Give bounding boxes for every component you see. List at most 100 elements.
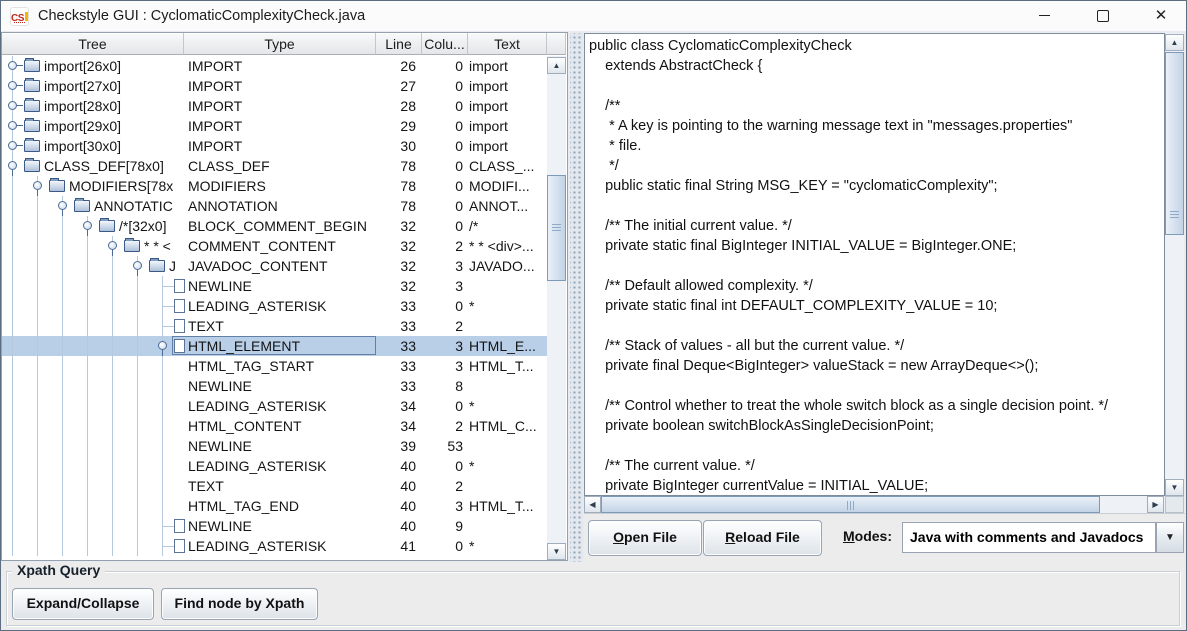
table-row[interactable]: LEADING_ASTERISK400* (2, 456, 547, 476)
table-row[interactable]: NEWLINE338 (2, 376, 547, 396)
tree-expanded-handle-icon[interactable] (58, 201, 67, 210)
tree-guide-line (137, 276, 138, 296)
column-header-type[interactable]: Type (184, 33, 376, 55)
text-cell: * (469, 456, 547, 476)
tree-guide-line (37, 316, 38, 336)
scroll-down-icon[interactable]: ▼ (1165, 479, 1184, 496)
column-cell: 8 (422, 376, 463, 396)
tree-guide-line (87, 336, 88, 356)
table-row[interactable]: import[27x0]IMPORT270import (2, 76, 547, 96)
window-maximize-button[interactable] (1080, 1, 1126, 31)
tree-collapsed-handle-icon[interactable] (8, 101, 17, 110)
table-row[interactable]: HTML_ELEMENT333HTML_E... (2, 336, 547, 356)
tree-node-label: J (169, 256, 176, 276)
table-row[interactable]: LEADING_ASTERISK330* (2, 296, 547, 316)
tree-guide-line (62, 336, 63, 356)
table-row[interactable]: import[26x0]IMPORT260import (2, 56, 547, 76)
tree-expanded-handle-icon[interactable] (133, 261, 142, 270)
table-row[interactable]: NEWLINE3953 (2, 436, 547, 456)
tree-node-label: MODIFIERS[78x (69, 176, 173, 196)
tree-collapsed-handle-icon[interactable] (8, 141, 17, 150)
table-row[interactable]: NEWLINE409 (2, 516, 547, 536)
tree-collapsed-handle-icon[interactable] (8, 61, 17, 70)
tree-collapsed-handle-icon[interactable] (8, 121, 17, 130)
table-row[interactable]: HTML_CONTENT342HTML_C... (2, 416, 547, 436)
code-scrollbar-thumb[interactable] (1165, 52, 1184, 235)
reload-file-button[interactable]: Reload File (703, 520, 822, 556)
column-cell: 0 (422, 76, 463, 96)
tree-guide-line (37, 296, 38, 316)
table-row[interactable]: TEXT332 (2, 316, 547, 336)
table-row[interactable]: /*[32x0]BLOCK_COMMENT_BEGIN320/* (2, 216, 547, 236)
column-header-text[interactable]: Text (468, 33, 547, 55)
tree-cell: ANNOTATIC (2, 196, 186, 216)
modes-label: Modes: (843, 528, 892, 544)
tree-cell (2, 496, 186, 516)
tree-guide-line (87, 416, 88, 436)
folder-icon (24, 160, 40, 172)
window-minimize-button[interactable] (1021, 1, 1067, 31)
table-row[interactable]: * * <COMMENT_CONTENT322* * <div>... (2, 236, 547, 256)
column-header-tree[interactable]: Tree (2, 33, 184, 55)
tree-guide-line (137, 376, 138, 396)
modes-combobox[interactable]: Java with comments and Javadocs (902, 522, 1156, 553)
window-close-button[interactable]: ✕ (1138, 1, 1184, 31)
code-horizontal-scrollbar[interactable]: ◀ ▶ (584, 496, 1165, 513)
table-row[interactable]: CLASS_DEF[78x0]CLASS_DEF780CLASS_... (2, 156, 547, 176)
tree-expanded-handle-icon[interactable] (108, 241, 117, 250)
tree-cell: * * < (2, 236, 186, 256)
tree-guide-line (112, 516, 113, 536)
column-cell: 3 (422, 276, 463, 296)
tree-expanded-handle-icon[interactable] (83, 221, 92, 230)
type-cell: JAVADOC_CONTENT (188, 256, 372, 276)
tree-guide-line (112, 416, 113, 436)
code-vertical-scrollbar[interactable]: ▲ ▼ (1165, 33, 1184, 496)
tree-guide-line (12, 476, 13, 496)
combobox-arrow-icon[interactable]: ▼ (1156, 522, 1184, 553)
table-row[interactable]: LEADING_ASTERISK340* (2, 396, 547, 416)
expand-collapse-button[interactable]: Expand/Collapse (12, 588, 154, 620)
find-node-by-xpath-button[interactable]: Find node by Xpath (161, 588, 318, 620)
column-header-line[interactable]: Line (376, 33, 422, 55)
tree-guide-line (37, 216, 38, 236)
tree-vertical-scrollbar[interactable]: ▲ ▼ (547, 56, 566, 560)
table-row[interactable]: ANNOTATICANNOTATION780ANNOT... (2, 196, 547, 216)
table-row[interactable]: HTML_TAG_START333HTML_T... (2, 356, 547, 376)
folder-icon (24, 100, 40, 112)
table-row[interactable]: LEADING_ASTERISK410* (2, 536, 547, 556)
type-cell: LEADING_ASTERISK (188, 456, 372, 476)
text-cell: import (469, 56, 547, 76)
table-row[interactable]: NEWLINE323 (2, 276, 547, 296)
column-header-colu[interactable]: Colu... (422, 33, 468, 55)
table-row[interactable]: import[28x0]IMPORT280import (2, 96, 547, 116)
scroll-up-icon[interactable]: ▲ (547, 57, 566, 74)
table-row[interactable]: TEXT402 (2, 476, 547, 496)
table-row[interactable]: MODIFIERS[78xMODIFIERS780MODIFI... (2, 176, 547, 196)
scroll-down-icon[interactable]: ▼ (547, 543, 566, 560)
tree-guide-line (87, 296, 88, 316)
tree-guide-line (12, 376, 13, 396)
scroll-left-icon[interactable]: ◀ (584, 496, 601, 513)
tree-table-header: TreeTypeLineColu...Text (2, 33, 567, 56)
table-row[interactable]: JJAVADOC_CONTENT323JAVADO... (2, 256, 547, 276)
source-code-area[interactable]: public class CyclomaticComplexityCheck e… (584, 33, 1165, 496)
tree-expanded-handle-icon[interactable] (33, 181, 42, 190)
scroll-right-icon[interactable]: ▶ (1147, 496, 1164, 513)
table-row[interactable]: import[30x0]IMPORT300import (2, 136, 547, 156)
line-cell: 28 (376, 96, 416, 116)
tree-guide-line (12, 396, 13, 416)
split-pane-divider[interactable] (570, 33, 583, 562)
table-row[interactable]: HTML_TAG_END403HTML_T... (2, 496, 547, 516)
code-hscrollbar-thumb[interactable] (601, 496, 1100, 513)
table-row[interactable]: import[29x0]IMPORT290import (2, 116, 547, 136)
window: CS Checkstyle GUI : CyclomaticComplexity… (0, 0, 1187, 631)
tree-expanded-handle-icon[interactable] (8, 161, 17, 170)
tree-scrollbar-thumb[interactable] (547, 175, 566, 281)
tree-expanded-handle-icon[interactable] (158, 341, 167, 350)
text-cell (469, 376, 547, 396)
scroll-up-icon[interactable]: ▲ (1165, 34, 1184, 51)
tree-collapsed-handle-icon[interactable] (8, 81, 17, 90)
xpath-query-section: Xpath Query Expand/Collapse Find node by… (2, 562, 1185, 629)
open-file-button[interactable]: Open File (588, 520, 702, 556)
type-cell: IMPORT (188, 136, 372, 156)
